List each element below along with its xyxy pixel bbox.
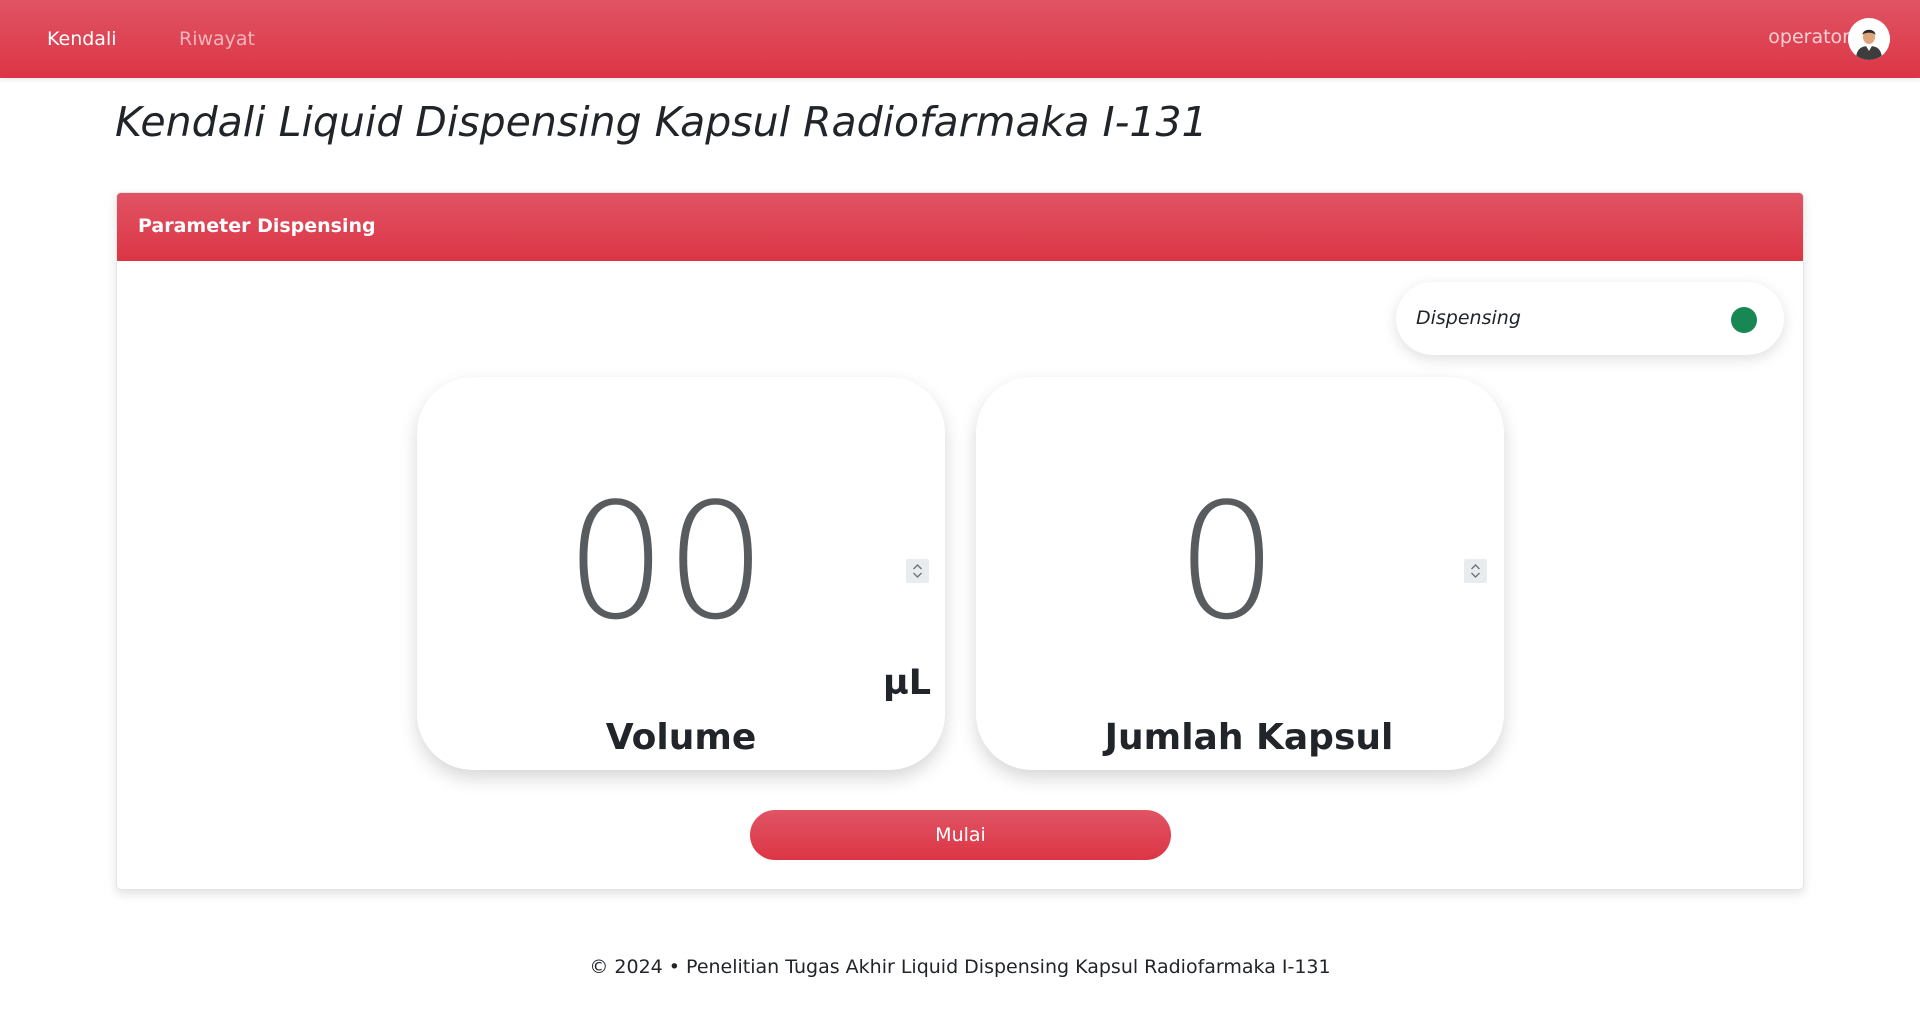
dispensing-parameter-card: Parameter Dispensing Dispensing 00 µL Vo… (116, 192, 1804, 890)
volume-unit: µL (883, 663, 932, 703)
footer-text: © 2024 • Penelitian Tugas Akhir Liquid D… (589, 956, 1331, 978)
stepper-arrows-icon (1471, 564, 1480, 578)
stepper-arrows-icon (913, 564, 922, 578)
capsule-count-tile: 0 Jumlah Kapsul (976, 377, 1504, 770)
nav-link-riwayat[interactable]: Riwayat (179, 27, 255, 51)
user-avatar-icon[interactable] (1848, 18, 1890, 60)
volume-label: Volume (605, 717, 757, 758)
volume-input[interactable]: 00 (417, 482, 945, 642)
card-header: Parameter Dispensing (117, 193, 1803, 261)
top-navbar: Kendali Riwayat operator (0, 0, 1920, 78)
volume-stepper[interactable] (906, 559, 929, 583)
status-label: Dispensing (1416, 307, 1521, 329)
capsule-count-stepper[interactable] (1464, 559, 1487, 583)
page-title: Kendali Liquid Dispensing Kapsul Radiofa… (115, 98, 1208, 146)
status-indicator-icon (1731, 307, 1757, 333)
nav-link-kendali[interactable]: Kendali (47, 27, 117, 51)
user-name[interactable]: operator (1768, 26, 1850, 48)
dispensing-status: Dispensing (1396, 282, 1784, 355)
volume-tile: 00 µL Volume (417, 377, 945, 770)
capsule-count-input[interactable]: 0 (976, 482, 1504, 642)
capsule-count-label: Jumlah Kapsul (1104, 717, 1394, 758)
start-button[interactable]: Mulai (750, 810, 1171, 860)
card-header-title: Parameter Dispensing (138, 215, 376, 237)
